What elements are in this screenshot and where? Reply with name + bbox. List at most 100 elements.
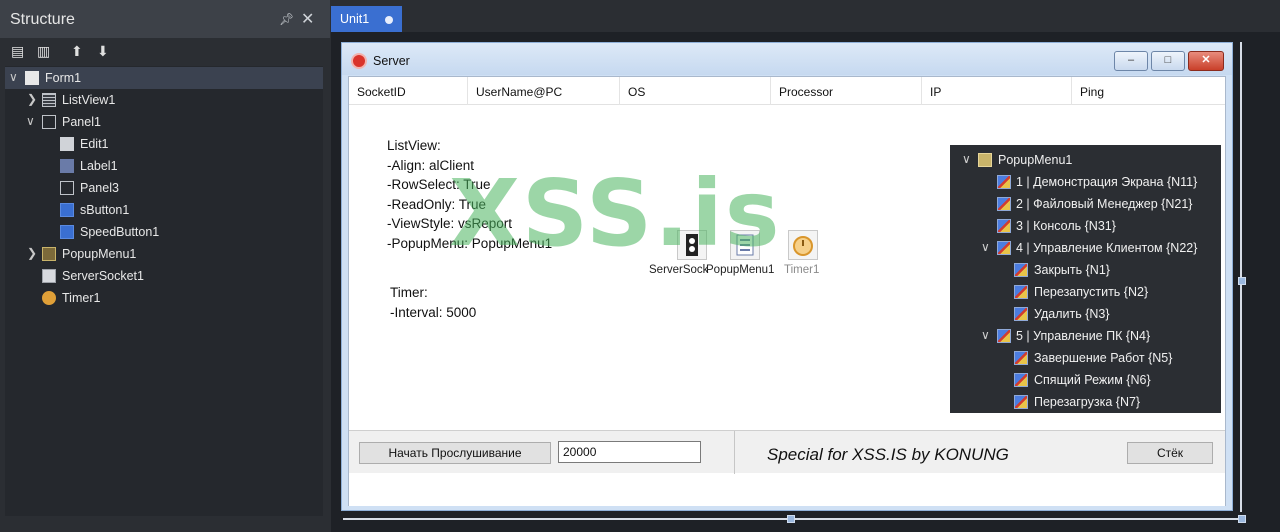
collapse-folder-icon[interactable]: ▥: [37, 43, 50, 60]
listview-icon: [42, 93, 56, 107]
panel-icon: [60, 181, 74, 195]
stop-button[interactable]: Стёк: [1127, 442, 1213, 464]
tree-node-edit1[interactable]: Edit1: [5, 133, 323, 155]
popup-item-label: Перезагрузка {N7}: [1034, 395, 1141, 409]
listview-notes: ListView: -Align: alClient -RowSelect: T…: [387, 138, 553, 251]
app-icon: [351, 53, 367, 69]
popup-item-label: 5 | Управление ПК {N4}: [1016, 329, 1151, 343]
button-icon: [60, 203, 74, 217]
menu-item-icon: [997, 175, 1011, 189]
popup-node-label: PopupMenu1: [998, 153, 1073, 167]
ide-window: Structure 📌︎ ✕ ▤ ▥ ⬆︎ ⬇︎ ∨ Form1 ❯ ListV…: [0, 0, 1280, 532]
chevron-down-icon[interactable]: ∨: [981, 328, 990, 342]
tree-node-label: Label1: [80, 159, 118, 173]
component-label-popupmenu: PopupMenu1: [706, 264, 775, 276]
tree-node-label: Timer1: [62, 291, 101, 305]
timer-notes: Timer: -Interval: 5000: [390, 285, 477, 320]
tree-node-speedbutton1[interactable]: SpeedButton1: [5, 221, 323, 243]
panel-divider: [734, 431, 735, 474]
tree-node-label1[interactable]: Label1: [5, 155, 323, 177]
resize-handle-corner[interactable]: [1238, 515, 1246, 523]
popup-item-label: Удалить {N3}: [1034, 307, 1110, 321]
popupmenu-icon: [978, 153, 992, 167]
menu-item-icon: [1014, 307, 1028, 321]
chevron-right-icon[interactable]: ❯: [27, 246, 39, 260]
arrow-up-icon[interactable]: ⬆︎: [71, 43, 83, 60]
tree-node-form1[interactable]: ∨ Form1: [5, 67, 323, 89]
tree-node-sbutton1[interactable]: sButton1: [5, 199, 323, 221]
signature-label: Special for XSS.IS by KONUNG: [767, 445, 1009, 464]
tree-node-listview1[interactable]: ❯ ListView1: [5, 89, 323, 111]
popup-item-label: Закрыть {N1}: [1034, 263, 1110, 277]
timer-icon: [42, 291, 56, 305]
column-processor[interactable]: Processor: [771, 77, 922, 105]
menu-item-icon: [1014, 263, 1028, 277]
chevron-down-icon[interactable]: ∨: [9, 70, 21, 84]
structure-tree: ∨ Form1 ❯ ListView1 ∨ Panel1 Edit1 Label…: [5, 66, 323, 516]
server-form: Server – □ ✕ SocketID UserName@PC OS Pro…: [341, 42, 1233, 511]
column-os[interactable]: OS: [620, 77, 771, 105]
column-ip[interactable]: IP: [922, 77, 1072, 105]
timer-icon[interactable]: [788, 230, 818, 260]
editor-tabstrip: Unit1: [331, 0, 1280, 32]
modified-dot-icon: [385, 16, 393, 24]
column-username[interactable]: UserName@PC: [468, 77, 620, 105]
component-label-serversocket: ServerSock: [649, 264, 709, 276]
menu-item-icon: [997, 241, 1011, 255]
popup-item-label: 3 | Консоль {N31}: [1016, 219, 1116, 233]
menu-item-icon: [997, 219, 1011, 233]
tab-label: Unit1: [340, 12, 370, 26]
menu-item-icon: [1014, 373, 1028, 387]
serversocket-icon[interactable]: [677, 230, 707, 260]
resize-handle-right[interactable]: [1238, 277, 1246, 285]
structure-title-bar: Structure 📌︎ ✕: [0, 0, 330, 38]
tree-node-panel3[interactable]: Panel3: [5, 177, 323, 199]
close-icon[interactable]: ✕: [301, 9, 314, 29]
form-icon: [25, 71, 39, 85]
tree-node-label: PopupMenu1: [62, 247, 137, 261]
listview-header: SocketID UserName@PC OS Processor IP Pin…: [349, 77, 1225, 105]
column-ping[interactable]: Ping: [1072, 77, 1225, 105]
tree-node-label: Form1: [45, 71, 82, 85]
close-button[interactable]: ✕: [1188, 51, 1224, 71]
panel-icon: [42, 115, 56, 129]
tree-node-label: Panel3: [80, 181, 119, 195]
structure-pane: Structure 📌︎ ✕ ▤ ▥ ⬆︎ ⬇︎ ∨ Form1 ❯ ListV…: [0, 0, 330, 532]
popup-item-label: 2 | Файловый Менеджер {N21}: [1016, 197, 1193, 211]
start-listening-button[interactable]: Начать Прослушивание: [359, 442, 551, 464]
resize-handle-bottom[interactable]: [787, 515, 795, 523]
tree-node-timer1[interactable]: Timer1: [5, 287, 323, 309]
structure-toolbar: ▤ ▥ ⬆︎ ⬇︎: [5, 38, 323, 66]
form-caption-bar[interactable]: Server – □ ✕: [342, 43, 1232, 75]
form-client-area: SocketID UserName@PC OS Processor IP Pin…: [348, 76, 1226, 506]
popup-menu-tree: ∨ PopupMenu1 1 | Демонстрация Экрана {N1…: [950, 145, 1221, 413]
column-socketid[interactable]: SocketID: [349, 77, 468, 105]
component-label-timer: Timer1: [784, 264, 820, 276]
port-field[interactable]: 20000: [558, 441, 701, 463]
popupmenu-icon[interactable]: [730, 230, 760, 260]
menu-item-icon: [1014, 351, 1028, 365]
minimize-button[interactable]: –: [1114, 51, 1148, 71]
chevron-right-icon[interactable]: ❯: [27, 92, 39, 106]
bottom-toolbar: Начать Прослушивание 20000 Special for X…: [349, 430, 1225, 474]
tree-node-label: ServerSocket1: [62, 269, 144, 283]
tree-node-panel1[interactable]: ∨ Panel1: [5, 111, 323, 133]
popup-item-label: Перезапустить {N2}: [1034, 285, 1149, 299]
tree-node-label: Edit1: [80, 137, 109, 151]
tree-node-label: Panel1: [62, 115, 101, 129]
tab-unit1[interactable]: Unit1: [331, 6, 402, 32]
chevron-down-icon[interactable]: ∨: [26, 114, 38, 128]
tree-node-serversocket1[interactable]: ServerSocket1: [5, 265, 323, 287]
expand-folder-icon[interactable]: ▤: [11, 43, 24, 60]
tree-node-label: ListView1: [62, 93, 116, 107]
pin-icon[interactable]: 📌︎: [279, 12, 294, 26]
popup-item-label: Спящий Режим {N6}: [1034, 373, 1151, 387]
popup-item-label: 4 | Управление Клиентом {N22}: [1016, 241, 1198, 255]
chevron-down-icon[interactable]: ∨: [962, 152, 971, 166]
tree-node-label: SpeedButton1: [80, 225, 160, 239]
arrow-down-icon[interactable]: ⬇︎: [97, 43, 109, 60]
maximize-button[interactable]: □: [1151, 51, 1185, 71]
chevron-down-icon[interactable]: ∨: [981, 240, 990, 254]
tree-node-popupmenu1[interactable]: ❯ PopupMenu1: [5, 243, 323, 265]
structure-title: Structure: [10, 11, 75, 28]
